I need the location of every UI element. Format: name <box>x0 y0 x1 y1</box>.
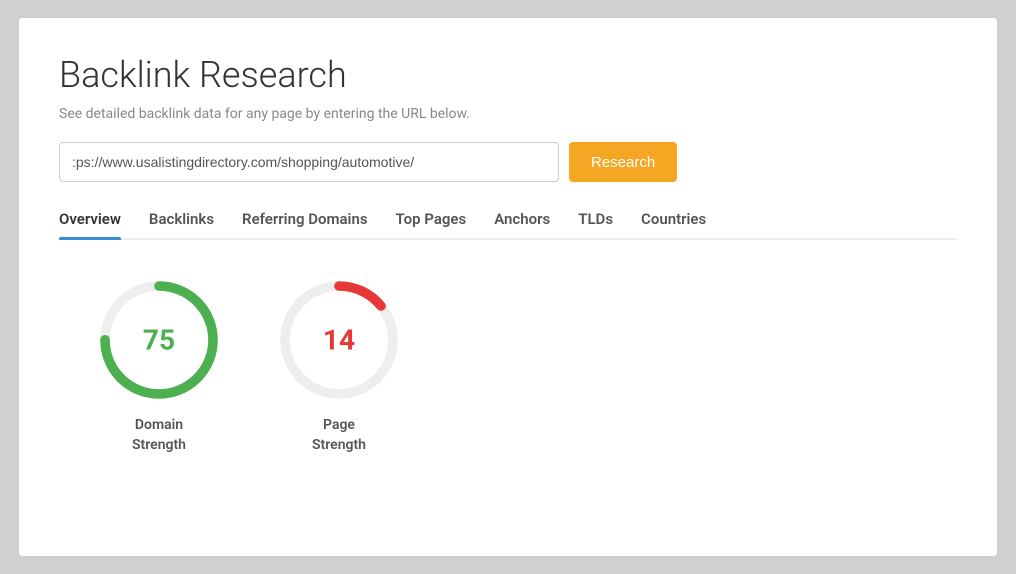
tabs-nav: Overview Backlinks Referring Domains Top… <box>59 210 957 240</box>
search-row: Research <box>59 142 957 182</box>
tab-referring-domains[interactable]: Referring Domains <box>242 210 368 238</box>
page-title: Backlink Research <box>59 54 957 96</box>
tab-countries[interactable]: Countries <box>641 210 706 238</box>
tab-tlds[interactable]: TLDs <box>578 210 613 238</box>
page-subtitle: See detailed backlink data for any page … <box>59 106 957 122</box>
page-strength-value: 14 <box>323 324 355 357</box>
page-strength-metric: 14 PageStrength <box>279 280 399 455</box>
tab-anchors[interactable]: Anchors <box>494 210 550 238</box>
tab-overview[interactable]: Overview <box>59 210 121 238</box>
tab-backlinks[interactable]: Backlinks <box>149 210 214 238</box>
domain-strength-value: 75 <box>143 324 175 357</box>
domain-strength-metric: 75 DomainStrength <box>99 280 219 455</box>
page-strength-circle: 14 <box>279 280 399 400</box>
research-button[interactable]: Research <box>569 142 677 182</box>
url-input[interactable] <box>59 142 559 182</box>
page-strength-label: PageStrength <box>312 416 366 455</box>
main-card: Backlink Research See detailed backlink … <box>18 17 998 557</box>
domain-strength-circle: 75 <box>99 280 219 400</box>
domain-strength-label: DomainStrength <box>132 416 186 455</box>
tab-top-pages[interactable]: Top Pages <box>396 210 467 238</box>
metrics-row: 75 DomainStrength 14 PageStrength <box>59 280 957 455</box>
